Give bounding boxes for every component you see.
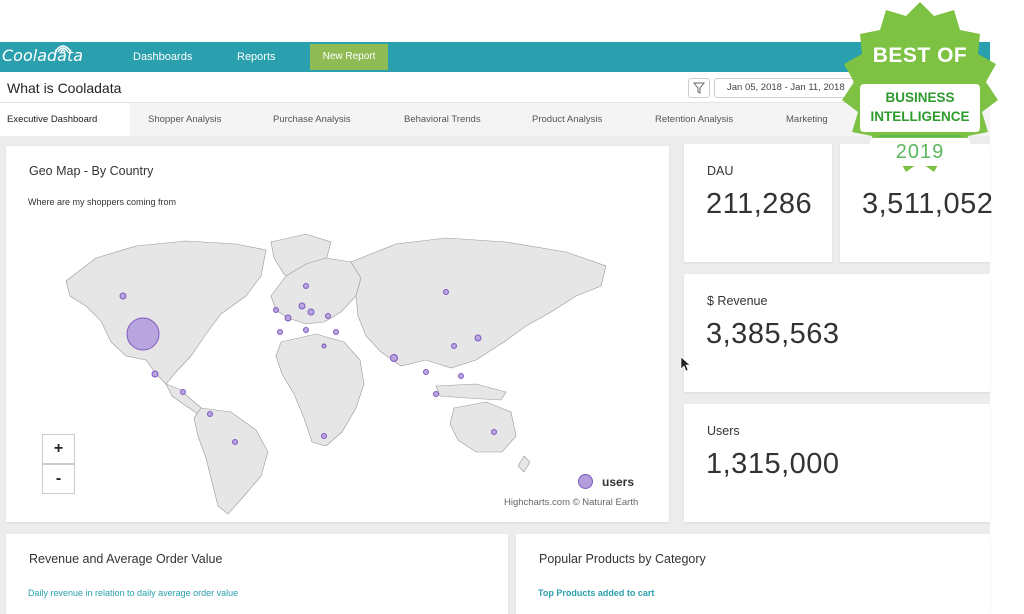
badge-title: BEST OF bbox=[872, 44, 968, 67]
bubble-brazil bbox=[232, 439, 238, 445]
zoom-in-button[interactable]: + bbox=[42, 434, 75, 464]
bubble-thailand bbox=[423, 369, 429, 375]
revenue-value: 3,385,563 bbox=[706, 318, 840, 350]
tab-product-analysis[interactable]: Product Analysis bbox=[532, 103, 602, 137]
bubble-mexico bbox=[151, 370, 159, 378]
bubble-uk bbox=[273, 307, 279, 313]
zoom-out-button[interactable]: - bbox=[42, 464, 75, 494]
legend-users-label[interactable]: users bbox=[602, 475, 634, 489]
bubble-central-america bbox=[180, 389, 186, 395]
bubble-china bbox=[451, 343, 457, 349]
revenue-aov-card: Revenue and Average Order Value Daily re… bbox=[6, 534, 508, 614]
geo-map-card: Geo Map - By Country Where are my shoppe… bbox=[6, 146, 669, 522]
bubble-poland bbox=[307, 308, 315, 316]
users-card: Users 1,315,000 bbox=[684, 404, 990, 522]
bubble-canada bbox=[119, 292, 127, 300]
tab-marketing[interactable]: Marketing bbox=[786, 103, 828, 137]
bubble-germany bbox=[298, 302, 306, 310]
south-america-shape bbox=[193, 407, 269, 515]
users-value: 1,315,000 bbox=[706, 448, 840, 480]
popular-products-subtitle: Top Products added to cart bbox=[538, 588, 655, 598]
wifi-logo-icon bbox=[54, 45, 72, 53]
bubble-india bbox=[390, 354, 398, 362]
tab-executive-dashboard[interactable]: Executive Dashboard bbox=[0, 103, 130, 137]
nav-dashboards[interactable]: Dashboards bbox=[133, 51, 192, 63]
badge-line-business: BUSINESS bbox=[885, 90, 955, 105]
tab-retention-analysis[interactable]: Retention Analysis bbox=[655, 103, 733, 137]
world-map[interactable] bbox=[6, 146, 669, 522]
revenue-label: $ Revenue bbox=[707, 294, 768, 308]
dashboard-content: Geo Map - By Country Where are my shoppe… bbox=[0, 136, 993, 614]
nav-reports[interactable]: Reports bbox=[237, 51, 276, 63]
badge-line-intelligence: INTELLIGENCE bbox=[870, 109, 970, 124]
bubble-russia bbox=[443, 289, 449, 295]
users-label: Users bbox=[707, 424, 740, 438]
bubble-ukraine bbox=[325, 313, 331, 319]
dau-card: DAU 211,286 bbox=[684, 144, 832, 262]
bubble-japan bbox=[474, 334, 482, 342]
dau-value: 211,286 bbox=[706, 188, 813, 220]
africa-shape bbox=[275, 333, 365, 447]
tab-purchase-analysis[interactable]: Purchase Analysis bbox=[273, 103, 351, 137]
north-america-shape bbox=[65, 240, 267, 385]
mouse-cursor-icon bbox=[680, 356, 690, 372]
bubble-italy bbox=[303, 327, 309, 333]
bubble-spain bbox=[277, 329, 283, 335]
central-america-shape bbox=[165, 383, 205, 415]
revenue-aov-subtitle: Daily revenue in relation to daily avera… bbox=[28, 588, 239, 598]
dau-label: DAU bbox=[707, 164, 734, 178]
map-credits[interactable]: Highcharts.com © Natural Earth bbox=[504, 497, 638, 508]
bubble-sweden bbox=[303, 283, 309, 289]
indonesia-shape bbox=[435, 383, 507, 401]
bubble-turkey bbox=[333, 329, 339, 335]
popular-products-card: Popular Products by Category Top Product… bbox=[516, 534, 990, 614]
new-zealand-shape bbox=[517, 455, 531, 473]
revenue-card: $ Revenue 3,385,563 bbox=[684, 274, 990, 392]
bubble-usa bbox=[126, 317, 160, 351]
bubble-australia bbox=[491, 429, 497, 435]
tab-shopper-analysis[interactable]: Shopper Analysis bbox=[148, 103, 221, 137]
bubble-indonesia bbox=[433, 391, 439, 397]
badge-year: 2019 bbox=[895, 141, 945, 163]
bubble-france bbox=[284, 314, 292, 322]
new-report-button[interactable]: New Report bbox=[310, 44, 388, 70]
revenue-aov-title: Revenue and Average Order Value bbox=[29, 552, 223, 566]
bubble-egypt bbox=[321, 343, 327, 349]
filter-button[interactable] bbox=[688, 78, 710, 98]
asia-shape bbox=[350, 237, 607, 369]
bubble-south-africa bbox=[321, 433, 327, 439]
bubble-colombia bbox=[207, 411, 213, 417]
australia-shape bbox=[449, 401, 517, 453]
legend-users-icon[interactable] bbox=[578, 474, 593, 489]
tab-behavioral-trends[interactable]: Behavioral Trends bbox=[404, 103, 481, 137]
filter-icon bbox=[692, 82, 706, 94]
page-title: What is Cooladata bbox=[7, 80, 122, 96]
popular-products-title: Popular Products by Category bbox=[539, 552, 706, 566]
bubble-philippines bbox=[458, 373, 464, 379]
